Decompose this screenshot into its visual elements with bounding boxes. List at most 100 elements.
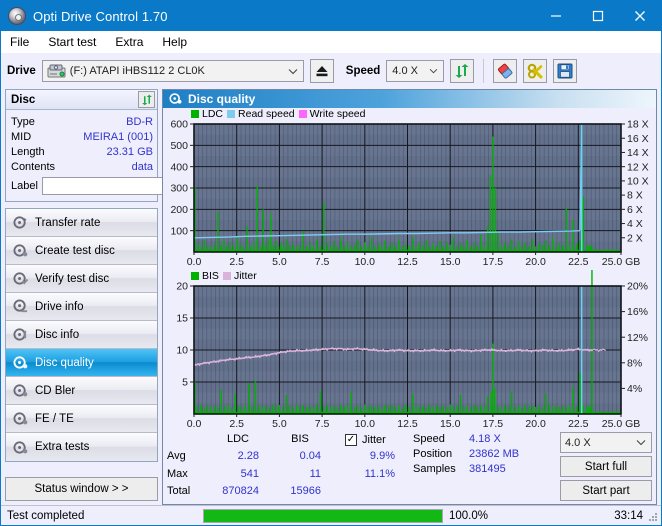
save-icon	[557, 63, 573, 79]
drive-select[interactable]: (F:) ATAPI iHBS112 2 CL0K	[41, 60, 304, 82]
disc-label-key: Label	[11, 180, 38, 192]
svg-text:12%: 12%	[627, 332, 648, 344]
legend-label: Read speed	[238, 107, 295, 120]
speed-select[interactable]: 4.0 X	[386, 60, 445, 82]
svg-text:8 X: 8 X	[627, 190, 643, 202]
position-stat-value: 23862 MB	[469, 448, 520, 460]
maximize-icon[interactable]	[577, 1, 619, 31]
samples-stat-label: Samples	[413, 463, 456, 475]
legend-swatch	[191, 109, 199, 118]
legend-item-jitter: Jitter	[222, 269, 257, 282]
sidebar-item-drive-info[interactable]: Drive info	[6, 293, 157, 321]
sidebar-item-cd-bler[interactable]: CD Bler	[6, 377, 157, 405]
legend-item-read-speed: Read speed	[227, 108, 295, 120]
speed-stat-label: Speed	[413, 433, 445, 445]
svg-text:20.0: 20.0	[525, 256, 546, 268]
test-speed-select[interactable]: 4.0 X	[560, 432, 652, 453]
title-bar: Opti Drive Control 1.70	[1, 1, 661, 31]
sidebar-item-label: CD Bler	[35, 384, 76, 397]
menu-item-extra[interactable]: Extra	[115, 33, 153, 51]
jitter-checkbox[interactable]: ✓	[345, 433, 357, 446]
main-panel: Disc quality LDC Read speed Write speed …	[162, 89, 657, 505]
sidebar-item-disc-quality[interactable]: Disc quality	[6, 349, 157, 377]
svg-text:12.5: 12.5	[397, 256, 418, 268]
sidebar-item-label: FE / TE	[35, 412, 74, 425]
svg-text:20%: 20%	[627, 280, 648, 292]
disc-row-value: data	[131, 160, 153, 173]
legend-item-ldc: LDC	[191, 108, 223, 120]
legend-label: Jitter	[233, 269, 257, 282]
menu-item-help[interactable]: Help	[162, 33, 197, 51]
status-message: Test completed	[7, 509, 85, 522]
status-window-button[interactable]: Status window > >	[5, 477, 158, 501]
disc-row-type: Type BD-R	[11, 114, 153, 129]
refresh-icon	[455, 64, 469, 78]
sidebar-item-label: Disc quality	[35, 356, 94, 369]
create-test-disc-icon	[13, 244, 28, 257]
svg-text:0.0: 0.0	[187, 256, 202, 268]
menu-bar: File Start test Extra Help	[1, 31, 661, 53]
jitter-header: ✓ Jitter	[331, 432, 405, 447]
resize-grip[interactable]	[647, 511, 659, 523]
legend-swatch	[222, 271, 231, 280]
sidebar-item-verify-test-disc[interactable]: Verify test disc	[6, 265, 157, 293]
svg-text:5.0: 5.0	[272, 256, 287, 268]
tools-icon	[527, 63, 543, 78]
tools-button[interactable]	[523, 59, 548, 83]
svg-text:20.0: 20.0	[525, 418, 546, 430]
svg-text:100: 100	[170, 225, 188, 237]
menu-item-start-test[interactable]: Start test	[48, 33, 106, 51]
svg-text:600: 600	[170, 118, 188, 130]
save-button[interactable]	[553, 59, 578, 83]
legend-item-bis: BIS	[191, 270, 219, 282]
legend-swatch	[298, 109, 307, 118]
svg-text:12 X: 12 X	[627, 161, 649, 173]
bottom-chart-legend: BIS Jitter	[191, 270, 257, 282]
start-part-button[interactable]: Start part	[560, 480, 652, 501]
start-full-button[interactable]: Start full	[560, 456, 652, 477]
svg-text:16 X: 16 X	[627, 133, 649, 145]
sidebar-item-disc-info[interactable]: Disc info	[6, 321, 157, 349]
disc-quality-icon	[169, 93, 182, 105]
sidebar-item-extra-tests[interactable]: Extra tests	[6, 433, 157, 461]
main-header: Disc quality	[163, 90, 656, 108]
refresh-button[interactable]	[450, 59, 475, 83]
svg-text:7.5: 7.5	[315, 418, 330, 430]
disc-row-key: Length	[11, 145, 45, 158]
stats-row-label-avg: Avg	[167, 450, 186, 463]
disc-row-length: Length 23.31 GB	[11, 144, 153, 159]
erase-button[interactable]	[493, 59, 518, 83]
sidebar-item-transfer-rate[interactable]: Transfer rate	[6, 209, 157, 237]
svg-text:22.5: 22.5	[568, 256, 589, 268]
bottom-chart: BIS Jitter 5 10 15 20 4% 8% 12% 16% 20% 0.0 2.5 5.0…	[163, 269, 656, 432]
drive-info-icon	[13, 299, 28, 313]
sidebar-item-create-test-disc[interactable]: Create test disc	[6, 237, 157, 265]
transfer-rate-icon	[13, 216, 27, 229]
svg-text:8%: 8%	[627, 357, 642, 369]
svg-text:500: 500	[170, 140, 188, 152]
stats-max-bis: 11	[309, 467, 321, 480]
svg-text:20: 20	[176, 280, 188, 292]
stats-row-label-max: Max	[167, 467, 188, 480]
svg-text:10.0: 10.0	[355, 256, 376, 268]
close-icon[interactable]	[619, 1, 661, 31]
minimize-icon[interactable]	[535, 1, 577, 31]
svg-text:12.5: 12.5	[397, 418, 418, 430]
stats-header-bis: BIS	[291, 433, 309, 445]
svg-text:15.0: 15.0	[440, 418, 461, 430]
stats-avg-ldc: 2.28	[237, 450, 259, 463]
test-speed-value: 4.0 X	[565, 436, 591, 449]
disc-row-value: 23.31 GB	[106, 145, 153, 158]
top-chart-legend: LDC Read speed Write speed	[191, 108, 366, 120]
stats-header-ldc: LDC	[226, 433, 249, 445]
charts-area: LDC Read speed Write speed 100 200 300 400 5…	[163, 108, 656, 430]
app-disc-icon	[8, 7, 26, 25]
sidebar-item-fe-te[interactable]: FE / TE	[6, 405, 157, 433]
eject-button[interactable]	[309, 59, 334, 83]
speed-stat-value: 4.18 X	[469, 433, 501, 445]
jitter-label: Jitter	[362, 433, 386, 446]
position-stat-label: Position	[413, 448, 453, 460]
menu-item-file[interactable]: File	[10, 33, 39, 51]
disc-refresh-button[interactable]	[138, 91, 155, 108]
